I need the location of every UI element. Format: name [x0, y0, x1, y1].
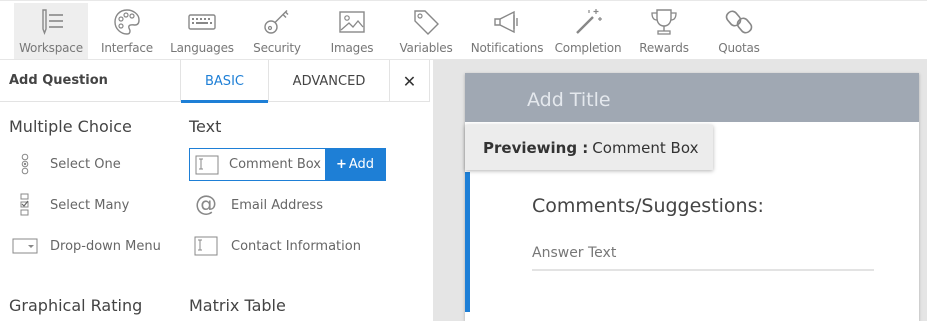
- toolbar-label: Notifications: [470, 41, 544, 55]
- toolbar-interface[interactable]: Interface: [95, 3, 159, 59]
- question-type-label: Select Many: [50, 197, 130, 213]
- tag-icon: [414, 10, 439, 35]
- megaphone-icon: [494, 10, 518, 34]
- image-icon: [339, 11, 365, 33]
- add-question-button[interactable]: + Add: [325, 149, 385, 180]
- question-text: Comments/Suggestions:: [532, 195, 764, 217]
- toolbar-languages[interactable]: Languages: [168, 3, 236, 59]
- keyboard-icon: [188, 14, 216, 30]
- toolbar-label: Interface: [101, 41, 153, 55]
- previewing-badge: Previewing : Comment Box: [465, 125, 713, 170]
- toolbar-quotas[interactable]: Quotas: [713, 3, 765, 59]
- text-box-icon: [193, 233, 219, 259]
- question-type-select-one[interactable]: Select One: [12, 150, 121, 178]
- tab-basic[interactable]: BASIC: [180, 60, 269, 103]
- trophy-icon: [651, 9, 677, 35]
- question-type-contact[interactable]: Contact Information: [193, 232, 361, 260]
- close-icon: ✕: [402, 71, 417, 91]
- preview-area: Add Title Previewing : Comment Box Comme…: [433, 60, 927, 321]
- magic-wand-icon: [576, 9, 602, 34]
- add-question-panel: Add Question BASIC ADVANCED ✕ Multiple C…: [0, 60, 433, 321]
- previewing-label: Previewing :: [483, 138, 589, 157]
- answer-text-field[interactable]: Answer Text: [532, 245, 874, 271]
- previewing-value: Comment Box: [592, 138, 699, 157]
- toolbar-label: Rewards: [639, 41, 689, 55]
- at-icon: @: [195, 192, 217, 217]
- question-type-email[interactable]: @ Email Address: [193, 191, 323, 219]
- question-type-comment-box[interactable]: Comment Box + Add: [189, 148, 386, 181]
- dropdown-icon: [12, 233, 38, 259]
- text-box-icon: [194, 152, 220, 178]
- toolbar-images[interactable]: Images: [325, 3, 379, 59]
- plus-icon: +: [335, 157, 347, 172]
- toolbar-security[interactable]: Security: [249, 3, 305, 59]
- palette-icon: [114, 9, 140, 35]
- toolbar-label: Completion: [554, 41, 622, 55]
- section-graphical-rating: Graphical Rating: [9, 296, 143, 315]
- section-text: Text: [189, 117, 222, 136]
- question-type-select-many[interactable]: Select Many: [12, 191, 129, 219]
- question-accent-bar: [465, 172, 470, 312]
- toolbar-workspace[interactable]: Workspace: [14, 3, 88, 59]
- top-toolbar: Workspace Interface Languages Security I…: [0, 0, 927, 60]
- question-type-dropdown[interactable]: Drop-down Menu: [12, 232, 161, 260]
- radio-list-icon: [12, 151, 38, 177]
- key-icon: [264, 10, 289, 34]
- add-button-label: Add: [348, 157, 375, 172]
- add-title[interactable]: Add Title: [527, 89, 611, 111]
- survey-preview: Add Title Previewing : Comment Box Comme…: [465, 73, 919, 321]
- tab-advanced[interactable]: ADVANCED: [269, 60, 390, 102]
- link-icon: [725, 10, 753, 34]
- toolbar-label: Languages: [170, 41, 234, 55]
- workspace-icon: [42, 9, 63, 35]
- panel-header: Add Question BASIC ADVANCED ✕: [0, 60, 430, 103]
- toolbar-label: Workspace: [19, 41, 83, 55]
- question-type-label: Email Address: [231, 197, 323, 213]
- toolbar-label: Images: [330, 41, 374, 55]
- toolbar-completion[interactable]: Completion: [553, 3, 623, 59]
- toolbar-label: Variables: [399, 41, 453, 55]
- checkbox-list-icon: [12, 192, 38, 218]
- toolbar-rewards[interactable]: Rewards: [636, 3, 692, 59]
- section-multiple-choice: Multiple Choice: [9, 117, 132, 136]
- question-type-label: Contact Information: [231, 238, 361, 254]
- section-matrix-table: Matrix Table: [189, 296, 286, 315]
- survey-body: Previewing : Comment Box Comments/Sugges…: [465, 122, 919, 314]
- question-type-label: Select One: [50, 156, 121, 172]
- panel-title: Add Question: [9, 73, 108, 88]
- toolbar-notifications[interactable]: Notifications: [468, 3, 546, 59]
- toolbar-label: Security: [253, 41, 301, 55]
- question-type-label: Comment Box: [229, 157, 321, 172]
- close-button[interactable]: ✕: [390, 60, 430, 102]
- toolbar-variables[interactable]: Variables: [396, 3, 456, 59]
- survey-header: Add Title: [465, 73, 919, 122]
- question-type-label: Drop-down Menu: [50, 238, 161, 254]
- toolbar-label: Quotas: [718, 41, 760, 55]
